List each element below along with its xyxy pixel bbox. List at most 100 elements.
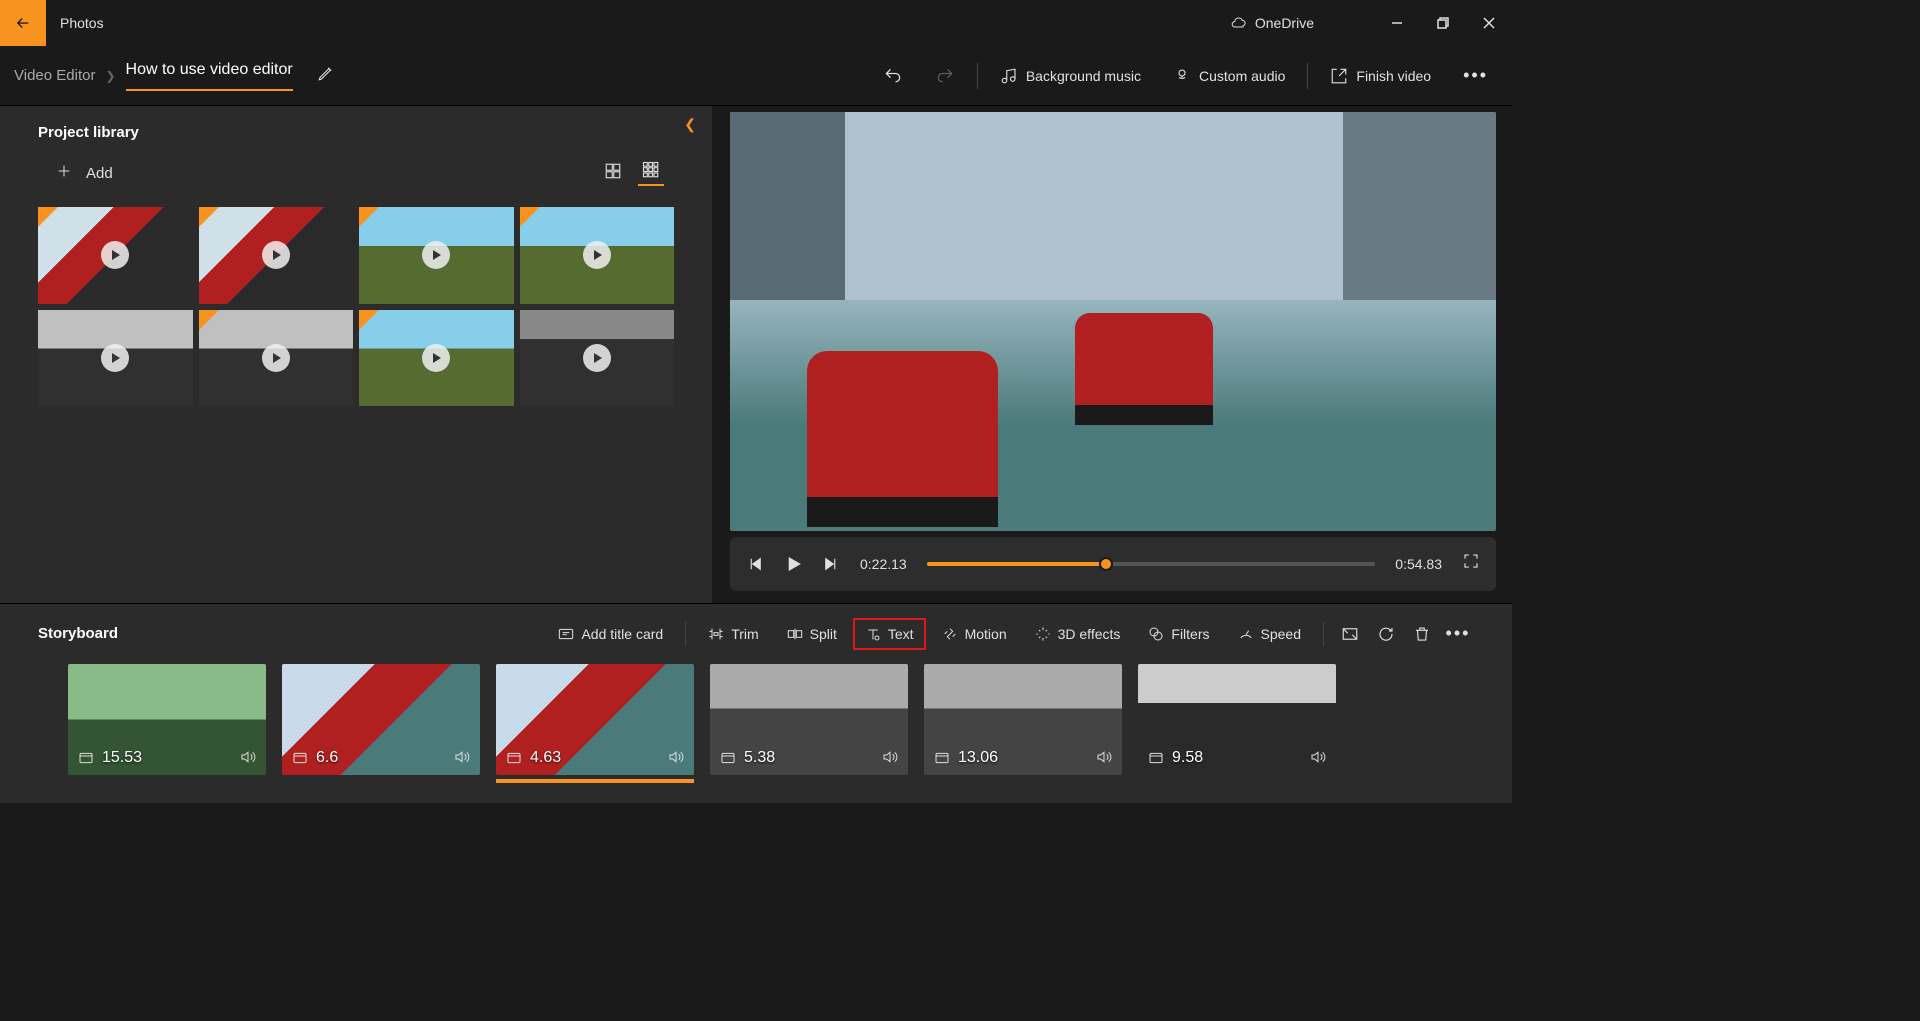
storyboard-clip[interactable]: 4.63 [496, 664, 694, 775]
maximize-button[interactable] [1420, 7, 1466, 39]
duration-icon [78, 750, 94, 766]
delete-button[interactable] [1406, 618, 1438, 650]
finish-video-button[interactable]: Finish video [1320, 59, 1441, 93]
seek-slider[interactable] [927, 562, 1376, 566]
duration-icon [292, 750, 308, 766]
library-item[interactable] [359, 310, 514, 407]
motion-button[interactable]: Motion [930, 618, 1019, 650]
plus-icon [56, 163, 72, 183]
storyboard-clip[interactable]: 6.6 [282, 664, 480, 775]
app-title: Photos [60, 15, 104, 31]
preview-panel: 0:22.13 0:54.83 [712, 106, 1512, 603]
storyboard-toolbar: Add title card Trim Split Text Motion 3D… [546, 618, 1474, 650]
split-icon [787, 626, 803, 642]
library-item[interactable] [38, 207, 193, 304]
resize-button[interactable] [1334, 618, 1366, 650]
volume-icon[interactable] [882, 749, 898, 765]
play-icon [583, 344, 611, 372]
play-icon [422, 344, 450, 372]
trim-icon [708, 626, 724, 642]
library-item[interactable] [359, 207, 514, 304]
grid-large-button[interactable] [600, 160, 626, 186]
close-button[interactable] [1466, 7, 1512, 39]
duration-icon [934, 750, 950, 766]
custom-audio-label: Custom audio [1199, 68, 1285, 84]
export-icon [1330, 67, 1348, 85]
background-music-button[interactable]: Background music [990, 59, 1151, 93]
storyboard-clip[interactable]: 5.38 [710, 664, 908, 775]
undo-button[interactable] [873, 58, 913, 94]
play-icon [583, 241, 611, 269]
speed-button[interactable]: Speed [1226, 618, 1313, 650]
background-music-label: Background music [1026, 68, 1141, 84]
add-title-card-button[interactable]: Add title card [546, 618, 675, 650]
trim-button[interactable]: Trim [696, 618, 770, 650]
app-header: Video Editor ❯ How to use video editor B… [0, 46, 1512, 106]
back-button[interactable] [0, 0, 46, 46]
divider [977, 63, 978, 89]
fullscreen-button[interactable] [1462, 552, 1480, 575]
play-icon [262, 344, 290, 372]
add-media-button[interactable]: Add [48, 155, 121, 191]
library-item[interactable] [199, 310, 354, 407]
more-tools-button[interactable]: ••• [1442, 618, 1474, 650]
minimize-button[interactable] [1374, 7, 1420, 39]
project-library-panel: Project library ❮ Add [0, 106, 712, 603]
collapse-library-button[interactable]: ❮ [678, 110, 702, 139]
play-icon [101, 344, 129, 372]
sparkle-icon [1035, 626, 1051, 642]
storyboard-panel: Storyboard Add title card Trim Split Tex… [0, 603, 1512, 803]
onedrive-button[interactable]: OneDrive [1231, 15, 1314, 31]
cloud-icon [1231, 15, 1247, 31]
library-item[interactable] [38, 310, 193, 407]
play-icon [101, 241, 129, 269]
prev-frame-button[interactable] [746, 555, 764, 573]
split-button[interactable]: Split [775, 618, 849, 650]
video-preview[interactable] [730, 112, 1496, 531]
audio-icon [1173, 67, 1191, 85]
used-badge-icon [520, 207, 540, 227]
filters-button[interactable]: Filters [1136, 618, 1221, 650]
divider [685, 622, 686, 646]
storyboard-clip[interactable]: 15.53 [68, 664, 266, 775]
rotate-button[interactable] [1370, 618, 1402, 650]
volume-icon[interactable] [454, 749, 470, 765]
storyboard-clip[interactable]: 13.06 [924, 664, 1122, 775]
add-label: Add [86, 165, 113, 182]
redo-button[interactable] [925, 58, 965, 94]
duration-icon [720, 750, 736, 766]
motion-icon [942, 626, 958, 642]
next-frame-button[interactable] [822, 555, 840, 573]
library-item[interactable] [520, 207, 675, 304]
more-button[interactable]: ••• [1453, 57, 1498, 94]
3d-effects-button[interactable]: 3D effects [1023, 618, 1133, 650]
storyboard-title: Storyboard [38, 625, 118, 642]
player-controls: 0:22.13 0:54.83 [730, 537, 1496, 591]
breadcrumb-root[interactable]: Video Editor [14, 67, 95, 84]
play-button[interactable] [784, 555, 802, 573]
text-button[interactable]: Text [853, 618, 926, 650]
grid-small-button[interactable] [638, 160, 664, 186]
speed-icon [1238, 626, 1254, 642]
custom-audio-button[interactable]: Custom audio [1163, 59, 1295, 93]
volume-icon[interactable] [668, 749, 684, 765]
divider [1323, 622, 1324, 646]
library-grid [0, 201, 712, 412]
chevron-right-icon: ❯ [105, 69, 115, 83]
library-item[interactable] [199, 207, 354, 304]
used-badge-icon [359, 207, 379, 227]
library-item[interactable] [520, 310, 675, 407]
used-badge-icon [199, 207, 219, 227]
volume-icon[interactable] [240, 749, 256, 765]
rename-button[interactable] [317, 64, 335, 87]
volume-icon[interactable] [1096, 749, 1112, 765]
used-badge-icon [359, 310, 379, 330]
project-title[interactable]: How to use video editor [126, 61, 293, 91]
onedrive-label: OneDrive [1255, 15, 1314, 31]
clip-strip: 15.53 6.6 4.63 5.38 13.06 9.58 [38, 664, 1474, 775]
volume-icon[interactable] [1310, 749, 1326, 765]
music-icon [1000, 67, 1018, 85]
duration-icon [506, 750, 522, 766]
storyboard-clip[interactable]: 9.58 [1138, 664, 1336, 775]
total-time: 0:54.83 [1395, 556, 1442, 572]
